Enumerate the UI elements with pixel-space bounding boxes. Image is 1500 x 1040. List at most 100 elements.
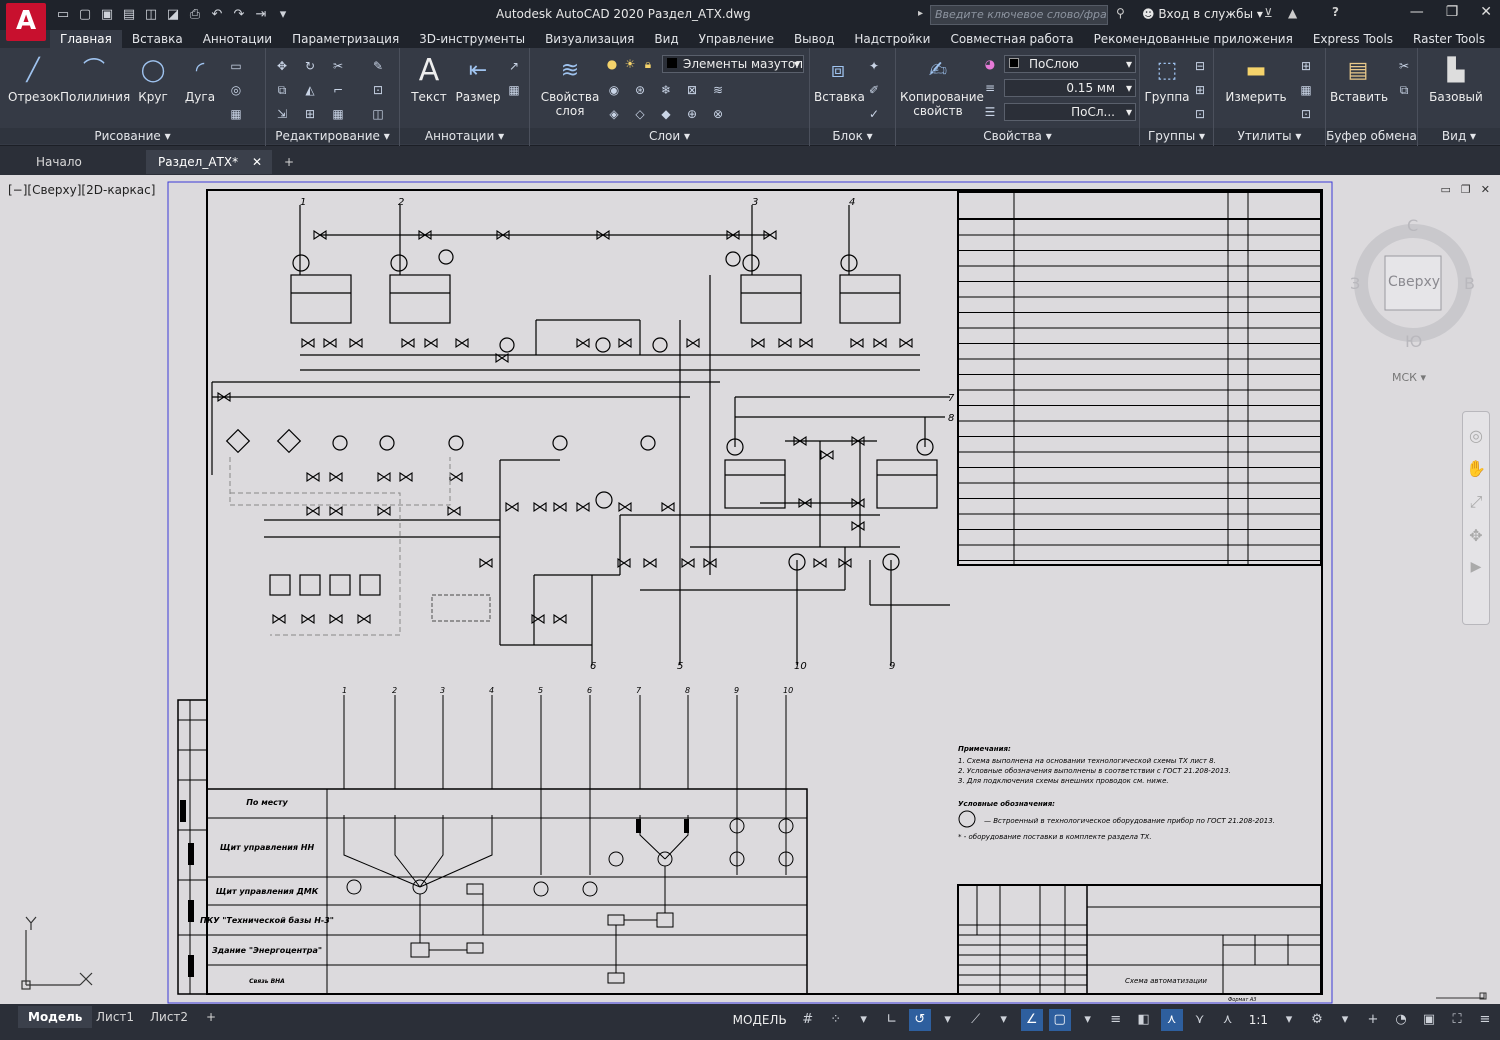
layer-off-icon[interactable]: ◉: [606, 82, 622, 98]
tab-collaborate[interactable]: Совместная работа: [940, 30, 1083, 48]
grid-icon[interactable]: #: [797, 1009, 819, 1031]
isolate-icon[interactable]: ◔: [1390, 1009, 1412, 1031]
group-select-icon[interactable]: ⊡: [1192, 106, 1208, 122]
erase-icon[interactable]: ✎: [370, 58, 386, 74]
layer-freeze-icon[interactable]: ❄: [658, 82, 674, 98]
tab-annotate[interactable]: Аннотации: [193, 30, 282, 48]
line-button[interactable]: ╱ Отрезок: [8, 54, 60, 104]
table-icon[interactable]: ▦: [506, 82, 522, 98]
annotation-panel-title[interactable]: Аннотации ▾: [400, 128, 529, 144]
orbit-icon[interactable]: ✥: [1463, 526, 1489, 545]
snap-dropdown-icon[interactable]: ▾: [853, 1009, 875, 1031]
open-icon[interactable]: ▢: [76, 6, 94, 24]
isodraft-icon[interactable]: ⟋: [965, 1009, 987, 1031]
tab-file[interactable]: Раздел_АТХ* ✕: [146, 150, 272, 174]
annotation-scale-icon[interactable]: ⋏: [1160, 1009, 1183, 1031]
layer-delete-icon[interactable]: ⊗: [710, 106, 726, 122]
rotate-icon[interactable]: ↻: [302, 58, 318, 74]
scale-icon[interactable]: ⊞: [302, 106, 318, 122]
linetype-dropdown[interactable]: ПоСл... ▾: [1004, 103, 1136, 121]
compass-south[interactable]: Ю: [1405, 332, 1422, 351]
polyline-button[interactable]: ⌒ Полилиния: [60, 54, 130, 104]
base-view-button[interactable]: ▙ Базовый: [1424, 54, 1488, 104]
pan-icon[interactable]: ✋: [1463, 459, 1489, 478]
close-icon[interactable]: ✕: [1480, 4, 1492, 20]
explode-icon[interactable]: ⊡: [370, 82, 386, 98]
group-button[interactable]: ⬚ Группа: [1144, 54, 1190, 104]
tab-insert[interactable]: Вставка: [122, 30, 193, 48]
layer-merge-icon[interactable]: ⊕: [684, 106, 700, 122]
iso-dropdown-icon[interactable]: ▾: [993, 1009, 1015, 1031]
new-layout-button[interactable]: +: [196, 1006, 226, 1028]
layer-properties-button[interactable]: ≋ Свойства слоя: [538, 54, 602, 118]
hardware-accel-icon[interactable]: ▣: [1418, 1009, 1440, 1031]
clipboard-panel-title[interactable]: Буфер обмена ▾: [1326, 128, 1417, 159]
text-button[interactable]: A Текст: [406, 54, 452, 105]
tab-manage[interactable]: Управление: [689, 30, 784, 48]
mobile-icon[interactable]: ◪: [164, 6, 182, 24]
tab-start[interactable]: Начало: [24, 150, 144, 174]
search-input[interactable]: Введите ключевое слово/фразу: [930, 5, 1108, 25]
match-properties-button[interactable]: ✍ Копирование свойств: [900, 54, 984, 118]
workspace-dropdown-icon[interactable]: ▾: [1334, 1009, 1356, 1031]
compass-north[interactable]: С: [1407, 216, 1418, 235]
workspace-gear-icon[interactable]: ⚙: [1306, 1009, 1328, 1031]
insert-block-button[interactable]: ⧈ Вставка: [814, 54, 865, 104]
object-track-icon[interactable]: ∠: [1020, 1009, 1043, 1031]
tab-express-tools[interactable]: Express Tools: [1303, 30, 1403, 48]
scale-dropdown-icon[interactable]: ▾: [1278, 1009, 1300, 1031]
calculator-icon[interactable]: ▦: [1298, 82, 1314, 98]
minimize-icon[interactable]: —: [1410, 4, 1424, 20]
customize-icon[interactable]: ≡: [1474, 1009, 1496, 1031]
layer-walk-icon[interactable]: ◆: [658, 106, 674, 122]
ungroup-icon[interactable]: ⊟: [1192, 58, 1208, 74]
quickselect-icon[interactable]: ⊞: [1298, 58, 1314, 74]
properties-panel-title[interactable]: Свойства ▾: [896, 128, 1139, 144]
tab-view[interactable]: Вид: [644, 30, 688, 48]
cut-icon[interactable]: ✂: [1396, 58, 1412, 74]
circle-button[interactable]: ◯ Круг: [132, 54, 174, 104]
zoom-extents-icon[interactable]: ⤢: [1463, 492, 1489, 512]
viewcube-top-face[interactable]: Сверху: [1387, 274, 1441, 290]
fillet-icon[interactable]: ⌐: [330, 82, 346, 98]
new-tab-button[interactable]: +: [276, 150, 304, 174]
viewcube[interactable]: Сверху С Ю З В: [1350, 210, 1476, 360]
create-block-icon[interactable]: ✦: [866, 58, 882, 74]
dropdown-icon[interactable]: ▾: [274, 6, 292, 24]
drawing-canvas[interactable]: [−][Сверху][2D-каркас] 1 2 3 4 7 8 6 5 1…: [0, 175, 1500, 1004]
tab-featured-apps[interactable]: Рекомендованные приложения: [1084, 30, 1303, 48]
clean-screen-icon[interactable]: ⛶: [1446, 1009, 1468, 1031]
rectangle-icon[interactable]: ▭: [228, 58, 244, 74]
maximize-icon[interactable]: ❐: [1446, 4, 1459, 20]
ortho-icon[interactable]: ∟: [881, 1009, 903, 1031]
polar-dropdown-icon[interactable]: ▾: [937, 1009, 959, 1031]
region-icon[interactable]: ▦: [228, 106, 244, 122]
stretch-icon[interactable]: ⇲: [274, 106, 290, 122]
model-space-button[interactable]: МОДЕЛЬ: [729, 1009, 791, 1031]
new-icon[interactable]: ▭: [54, 6, 72, 24]
transparency-icon[interactable]: ◧: [1133, 1009, 1155, 1031]
trim-icon[interactable]: ✂: [330, 58, 346, 74]
tab-model[interactable]: Модель: [18, 1006, 93, 1028]
draw-panel-title[interactable]: Рисование ▾: [0, 128, 265, 144]
layer-lock-icon[interactable]: ⊠: [684, 82, 700, 98]
tab-addins[interactable]: Надстройки: [844, 30, 940, 48]
layer-prev-icon[interactable]: ◇: [632, 106, 648, 122]
mirror-icon[interactable]: ◭: [302, 82, 318, 98]
block-panel-title[interactable]: Блок ▾: [810, 128, 895, 144]
hatch-icon[interactable]: ◎: [228, 82, 244, 98]
dimension-button[interactable]: ⇤ Размер: [454, 54, 502, 104]
close-tab-icon[interactable]: ✕: [252, 150, 262, 174]
color-dropdown[interactable]: ПоСлою ▾: [1004, 55, 1136, 73]
plot-icon[interactable]: ⎙: [186, 6, 204, 24]
tab-raster-tools[interactable]: Raster Tools: [1403, 30, 1495, 48]
plus-icon[interactable]: +: [1362, 1009, 1384, 1031]
view-panel-title[interactable]: Вид ▾: [1418, 128, 1500, 144]
measure-button[interactable]: ▬ Измерить: [1224, 54, 1288, 104]
ribbon-options-icon[interactable]: ▭ ▾: [1495, 30, 1500, 48]
utilities-panel-title[interactable]: Утилиты ▾: [1214, 128, 1325, 144]
help-icon[interactable]: ?: [1332, 5, 1339, 19]
compass-west[interactable]: З: [1350, 274, 1360, 293]
web-icon[interactable]: ◫: [142, 6, 160, 24]
signin-button[interactable]: ☻ Вход в службы ▾: [1142, 7, 1263, 21]
